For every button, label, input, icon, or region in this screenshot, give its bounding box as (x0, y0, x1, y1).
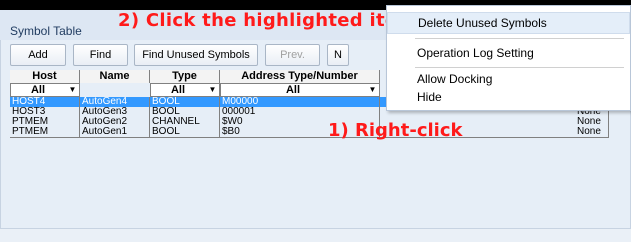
name-cell: AutoGen2 (80, 117, 150, 127)
chevron-down-icon: ▼ (208, 85, 217, 94)
step2-annotation: 2) Click the highlighted item (118, 10, 417, 31)
grid-bottom-line (10, 137, 609, 138)
type-cell: BOOL (150, 97, 220, 107)
address-filter-value: All (285, 84, 301, 96)
column-header-host[interactable]: Host (10, 70, 80, 83)
add-button[interactable]: Add (10, 44, 66, 66)
menu-separator (415, 38, 624, 39)
host-cell: HOST3 (10, 107, 80, 117)
host-cell: PTMEM (10, 117, 80, 127)
prev-button[interactable]: Prev. (265, 44, 320, 66)
host-cell: HOST4 (10, 97, 80, 107)
table-row[interactable]: PTMEM AutoGen1 BOOL $B0 None (10, 127, 609, 137)
address-filter-dropdown[interactable]: All ▼ (220, 83, 380, 97)
address-cell: M00000 (220, 97, 380, 107)
name-cell: AutoGen1 (80, 127, 150, 137)
table-row[interactable]: PTMEM AutoGen2 CHANNEL $W0 None (10, 117, 609, 127)
chevron-down-icon: ▼ (68, 85, 77, 94)
find-button[interactable]: Find (73, 44, 128, 66)
menu-item-allow-docking[interactable]: Allow Docking (387, 70, 630, 88)
type-cell: BOOL (150, 127, 220, 137)
window-title: Symbol Table (10, 24, 82, 38)
menu-separator (415, 67, 624, 68)
type-filter-value: All (170, 84, 186, 96)
host-filter-value: All (30, 84, 46, 96)
extra-cell: None (575, 127, 609, 137)
name-cell: AutoGen3 (80, 107, 150, 117)
type-cell: BOOL (150, 107, 220, 117)
type-cell: CHANNEL (150, 117, 220, 127)
extra-cell: None (575, 117, 609, 127)
menu-item-operation-log-setting[interactable]: Operation Log Setting (387, 43, 630, 63)
column-header-address[interactable]: Address Type/Number (220, 70, 380, 83)
chevron-down-icon: ▼ (368, 85, 377, 94)
menu-item-hide[interactable]: Hide (387, 88, 630, 106)
menu-item-delete-unused-symbols[interactable]: Delete Unused Symbols (387, 12, 630, 34)
step1-annotation: 1) Right-click (328, 120, 463, 141)
host-cell: PTMEM (10, 127, 80, 137)
type-filter-dropdown[interactable]: All ▼ (150, 83, 220, 97)
column-header-name[interactable]: Name (80, 70, 150, 83)
context-menu: Delete Unused Symbols Operation Log Sett… (386, 5, 631, 111)
address-cell: 000001 (220, 107, 380, 117)
next-button-partial[interactable]: N (327, 44, 349, 66)
find-unused-symbols-button[interactable]: Find Unused Symbols (134, 44, 258, 66)
column-header-type[interactable]: Type (150, 70, 220, 83)
host-filter-dropdown[interactable]: All ▼ (10, 83, 80, 97)
name-cell: AutoGen4 (80, 97, 150, 107)
status-bar (0, 228, 631, 242)
